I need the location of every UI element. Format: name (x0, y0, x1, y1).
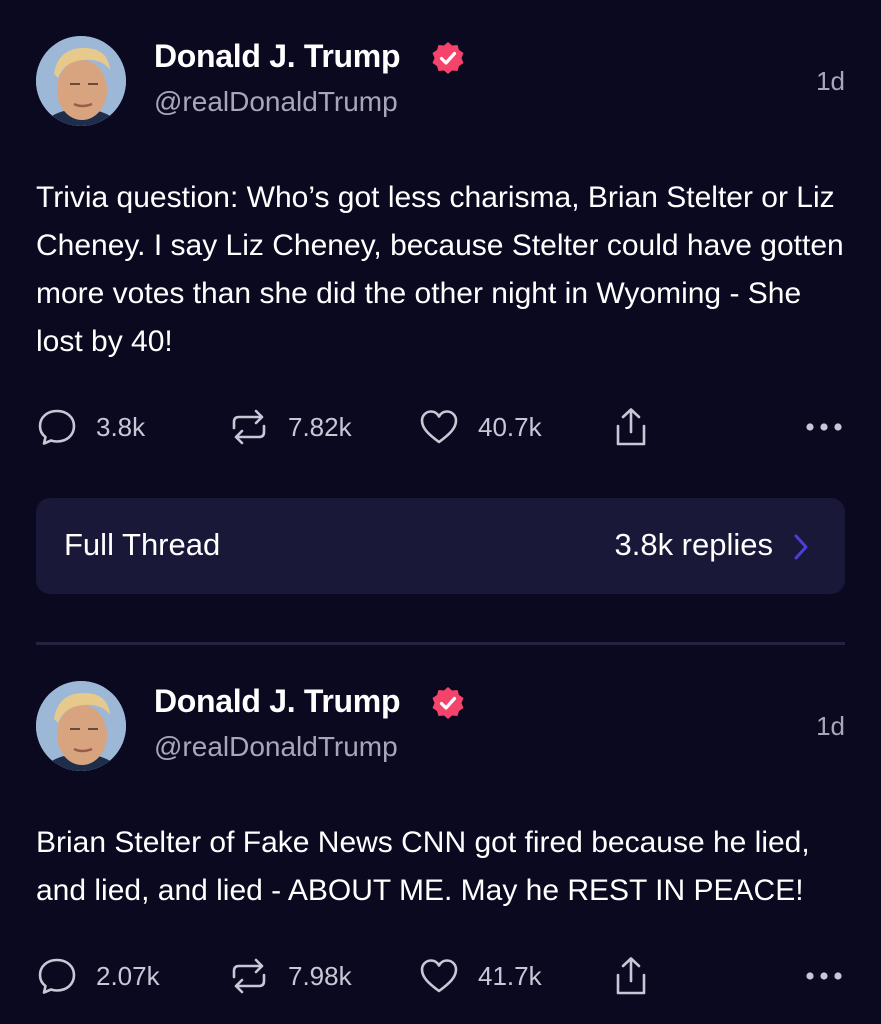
reply-button[interactable]: 3.8k (36, 402, 145, 452)
like-count: 40.7k (478, 411, 542, 442)
repost-count: 7.98k (288, 960, 352, 991)
post-timestamp: 1d (816, 66, 845, 96)
post-actions: 2.07k 7.98k 41.7k (36, 951, 845, 1001)
repost-arrows-icon (232, 409, 266, 445)
post-text: Trivia question: Who’s got less charisma… (36, 181, 844, 358)
author-handle[interactable]: @realDonaldTrump (154, 86, 398, 118)
post-timestamp: 1d (816, 711, 845, 741)
avatar-image (36, 36, 126, 126)
author-name[interactable]: Donald J. Trump (154, 38, 401, 75)
repost-arrows-icon (232, 958, 266, 994)
like-count: 41.7k (478, 960, 542, 991)
more-dots-icon (806, 972, 842, 980)
post-1[interactable]: Donald J. Trump @realDonaldTrump 1d Triv… (0, 0, 881, 594)
more-options-button[interactable] (803, 951, 845, 1001)
full-thread-label: Full Thread (64, 527, 221, 562)
post-2[interactable]: Donald J. Trump @realDonaldTrump 1d Bria… (0, 645, 881, 1001)
more-options-button[interactable] (803, 402, 845, 452)
like-button[interactable]: 41.7k (418, 951, 542, 1001)
avatar[interactable] (36, 36, 126, 126)
thread-reply-count: 3.8k replies (614, 527, 773, 562)
post-header: Donald J. Trump @realDonaldTrump 1d (36, 681, 845, 773)
repost-button[interactable]: 7.98k (228, 951, 352, 1001)
post-actions: 3.8k 7.82k 40.7k (36, 402, 845, 452)
author-handle[interactable]: @realDonaldTrump (154, 731, 398, 763)
post-header: Donald J. Trump @realDonaldTrump 1d (36, 36, 845, 128)
share-upload-icon (616, 408, 646, 446)
avatar[interactable] (36, 681, 126, 771)
repost-count: 7.82k (288, 411, 352, 442)
share-upload-icon (616, 957, 646, 995)
reply-bubble-icon (38, 958, 76, 994)
more-dots-icon (806, 423, 842, 431)
reply-count: 3.8k (96, 411, 146, 442)
share-button[interactable] (610, 951, 652, 1001)
full-thread-button[interactable]: Full Thread 3.8k replies (36, 498, 845, 594)
share-button[interactable] (610, 402, 652, 452)
like-button[interactable]: 40.7k (418, 402, 542, 452)
avatar-image (36, 681, 126, 771)
reply-bubble-icon (38, 409, 76, 445)
heart-icon (420, 410, 458, 444)
author-name[interactable]: Donald J. Trump (154, 683, 401, 720)
repost-button[interactable]: 7.82k (228, 402, 352, 452)
reply-count: 2.07k (96, 960, 160, 991)
heart-icon (420, 959, 458, 993)
verified-badge-icon (432, 687, 464, 719)
post-text: Brian Stelter of Fake News CNN got fired… (36, 826, 810, 907)
verified-badge-icon (432, 42, 464, 74)
reply-button[interactable]: 2.07k (36, 951, 160, 1001)
chevron-right-icon (794, 534, 808, 560)
